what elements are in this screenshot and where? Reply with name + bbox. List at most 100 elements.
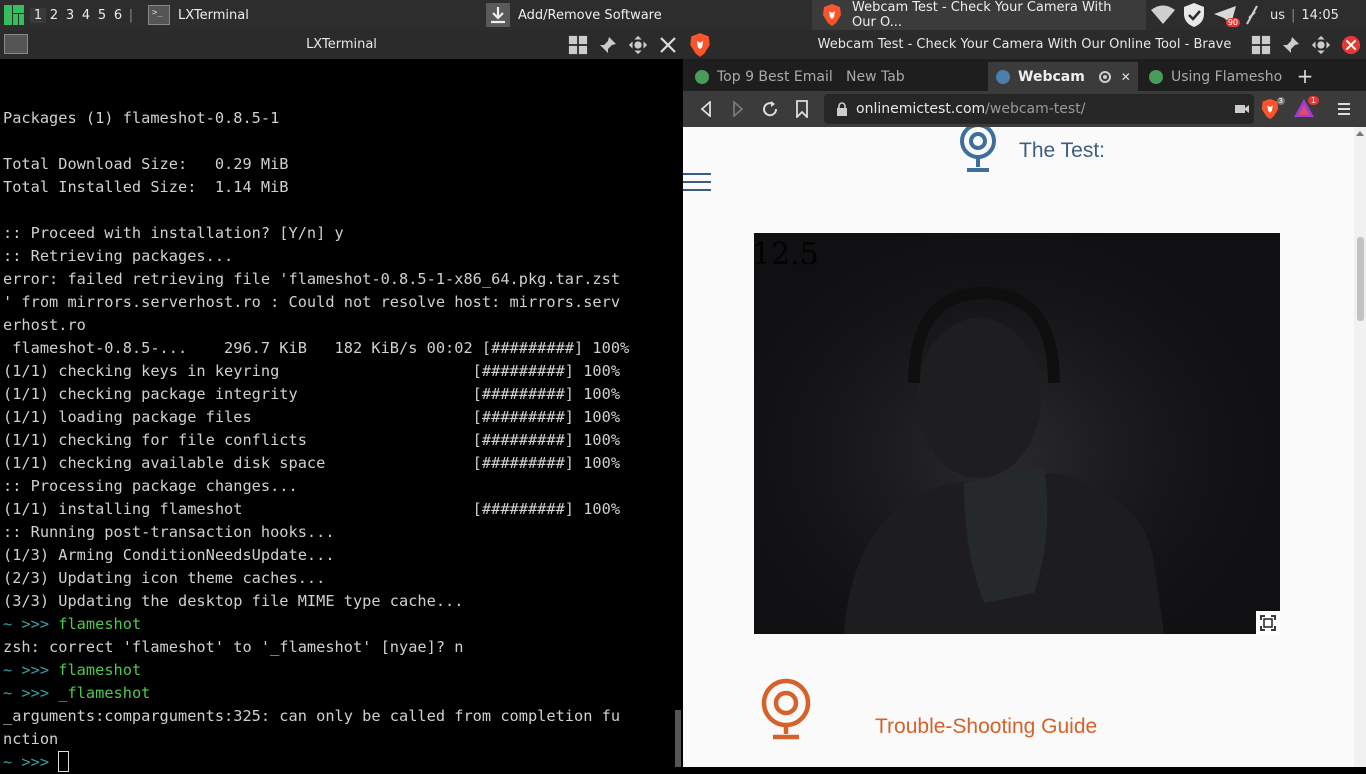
tab-using-flameshot[interactable]: Using Flamesho: [1141, 62, 1289, 91]
back-icon[interactable]: [696, 99, 716, 119]
hamburger-menu-icon[interactable]: [1337, 101, 1351, 117]
close-icon[interactable]: [1341, 35, 1361, 55]
terminal-titlebar[interactable]: LXTerminal: [0, 30, 683, 59]
tray-badge: 90: [1225, 18, 1240, 27]
terminal-line: (1/1) loading package files [#########] …: [3, 408, 621, 426]
tab-new-tab[interactable]: New Tab: [838, 62, 986, 91]
page-scrollbar[interactable]: [1354, 127, 1366, 767]
terminal-icon: >_: [148, 5, 170, 25]
pin-icon[interactable]: [598, 35, 618, 55]
terminal-line: Total Installed Size: 1.14 MiB: [3, 178, 289, 196]
site-menu-icon[interactable]: [683, 173, 711, 195]
test-heading: The Test:: [1019, 139, 1105, 162]
camera-in-use-icon[interactable]: [1234, 102, 1250, 116]
fullscreen-icon[interactable]: [1256, 611, 1280, 635]
wifi-icon[interactable]: [1150, 4, 1176, 26]
workspace-6[interactable]: 6: [110, 8, 126, 23]
task-lxterminal[interactable]: >_ LXTerminal: [140, 0, 478, 30]
terminal-output[interactable]: Packages (1) flameshot-0.8.5-1 Total Down…: [3, 84, 673, 774]
task-brave-webcam[interactable]: Webcam Test - Check Your Camera With Our…: [812, 0, 1146, 30]
pin-icon[interactable]: [1281, 35, 1301, 55]
lock-icon[interactable]: [836, 102, 848, 116]
tab-strip: Top 9 Best Email New Tab Webcam ✕ Using …: [683, 59, 1366, 91]
terminal-line: ' from mirrors.serverhost.ro : Could not…: [3, 293, 621, 311]
fps-overlay: 12.5: [754, 237, 819, 272]
keyboard-layout[interactable]: us: [1270, 8, 1285, 23]
terminal-line: (3/3) Updating the desktop file MIME typ…: [3, 592, 464, 610]
terminal-scrollbar[interactable]: [675, 710, 681, 767]
browser-titlebar[interactable]: Webcam Test - Check Your Camera With Our…: [683, 30, 1366, 59]
gear-favicon-icon: [695, 69, 709, 84]
shields-count-badge: 3: [1276, 97, 1285, 105]
task-add-remove-software[interactable]: Add/Remove Software: [478, 0, 812, 30]
close-tab-icon[interactable]: ✕: [1121, 70, 1131, 84]
scrollbar-thumb[interactable]: [1357, 237, 1364, 321]
brave-shields-icon[interactable]: 3: [1259, 97, 1285, 121]
clock-separator: |: [1291, 7, 1296, 23]
webcam-icon: [957, 127, 999, 175]
terminal-line: Packages (1) flameshot-0.8.5-1: [3, 109, 280, 127]
workspace-2[interactable]: 2: [46, 8, 62, 23]
terminal-line: ~ >>>: [3, 751, 673, 774]
brave-rewards-icon[interactable]: 1: [1293, 96, 1319, 118]
terminal-line: _arguments:comparguments:325: can only b…: [3, 707, 621, 725]
gear-favicon-icon: [1149, 69, 1163, 84]
workspace-5[interactable]: 5: [94, 8, 110, 23]
bookmark-icon[interactable]: [792, 99, 812, 119]
terminal-cursor[interactable]: [58, 751, 70, 772]
tab-top-9-best-email[interactable]: Top 9 Best Email: [687, 62, 835, 91]
manjaro-menu-icon[interactable]: [2, 0, 26, 30]
reload-icon[interactable]: [760, 99, 780, 119]
workspace-4[interactable]: 4: [78, 8, 94, 23]
tile-icon[interactable]: [568, 35, 588, 55]
workspace-3[interactable]: 3: [62, 8, 78, 23]
rewards-count-badge: 1: [1307, 96, 1319, 105]
new-tab-button[interactable]: +: [1295, 62, 1315, 90]
workspace-1[interactable]: 1: [30, 7, 46, 23]
webcam-frame-silhouette: [844, 286, 1164, 634]
tab-label: New Tab: [846, 68, 905, 85]
terminal-line: (1/3) Arming ConditionNeedsUpdate...: [3, 546, 335, 564]
scroll-up-icon[interactable]: [1356, 131, 1364, 136]
shell-prompt: ~ >>>: [3, 661, 59, 679]
workspace-separator: |: [128, 7, 134, 23]
tab-webcam[interactable]: Webcam ✕: [988, 62, 1138, 91]
address-bar[interactable]: onlinemictest.com/webcam-test/: [824, 94, 1254, 124]
move-icon[interactable]: [1311, 35, 1331, 55]
terminal-line: Total Download Size: 0.29 MiB: [3, 155, 289, 173]
shell-command: flameshot: [58, 661, 142, 679]
close-icon[interactable]: [658, 35, 678, 55]
url-path: /webcam-test/: [985, 101, 1086, 117]
webcam-video-preview: 12.5: [754, 233, 1280, 634]
shell-prompt: ~ >>>: [3, 684, 59, 702]
terminal-line: (2/3) Updating icon theme caches...: [3, 569, 326, 587]
forward-icon[interactable]: [728, 99, 748, 119]
clock[interactable]: 14:05: [1301, 8, 1338, 23]
tile-icon[interactable]: [1251, 35, 1271, 55]
recording-indicator-icon: [1098, 70, 1111, 83]
workspace-switcher: 1 2 3 4 5 6 |: [30, 0, 136, 30]
feather-icon[interactable]: [1244, 4, 1260, 26]
terminal-line: :: Processing package changes...: [3, 477, 298, 495]
system-tray: 90 us | 14:05: [1150, 0, 1339, 30]
terminal-line: ~ >>> flameshot: [3, 613, 673, 636]
shell-prompt: ~ >>>: [3, 753, 59, 771]
terminal-line: error: failed retrieving file 'flameshot…: [3, 270, 621, 288]
terminal-line: :: Running post-transaction hooks...: [3, 523, 335, 541]
terminal-line: :: Proceed with installation? [Y/n] y: [3, 224, 344, 242]
move-icon[interactable]: [628, 35, 648, 55]
telegram-icon[interactable]: 90: [1212, 4, 1240, 27]
tab-label: Top 9 Best Email: [717, 68, 833, 85]
shell-command: _flameshot: [58, 684, 151, 702]
terminal-line: (1/1) checking package integrity [######…: [3, 385, 621, 403]
brave-icon: [820, 3, 844, 27]
shield-icon[interactable]: [1182, 2, 1206, 28]
web-page: The Test: 12.5 Trouble-Shooting Guide: [683, 127, 1366, 767]
terminal-line: flameshot-0.8.5-... 296.7 KiB 182 KiB/s …: [3, 339, 630, 357]
terminal-line: ~ >>> _flameshot: [3, 682, 673, 705]
browser-window: Webcam Test - Check Your Camera With Our…: [683, 30, 1366, 767]
webcam-icon-orange: [759, 678, 813, 742]
